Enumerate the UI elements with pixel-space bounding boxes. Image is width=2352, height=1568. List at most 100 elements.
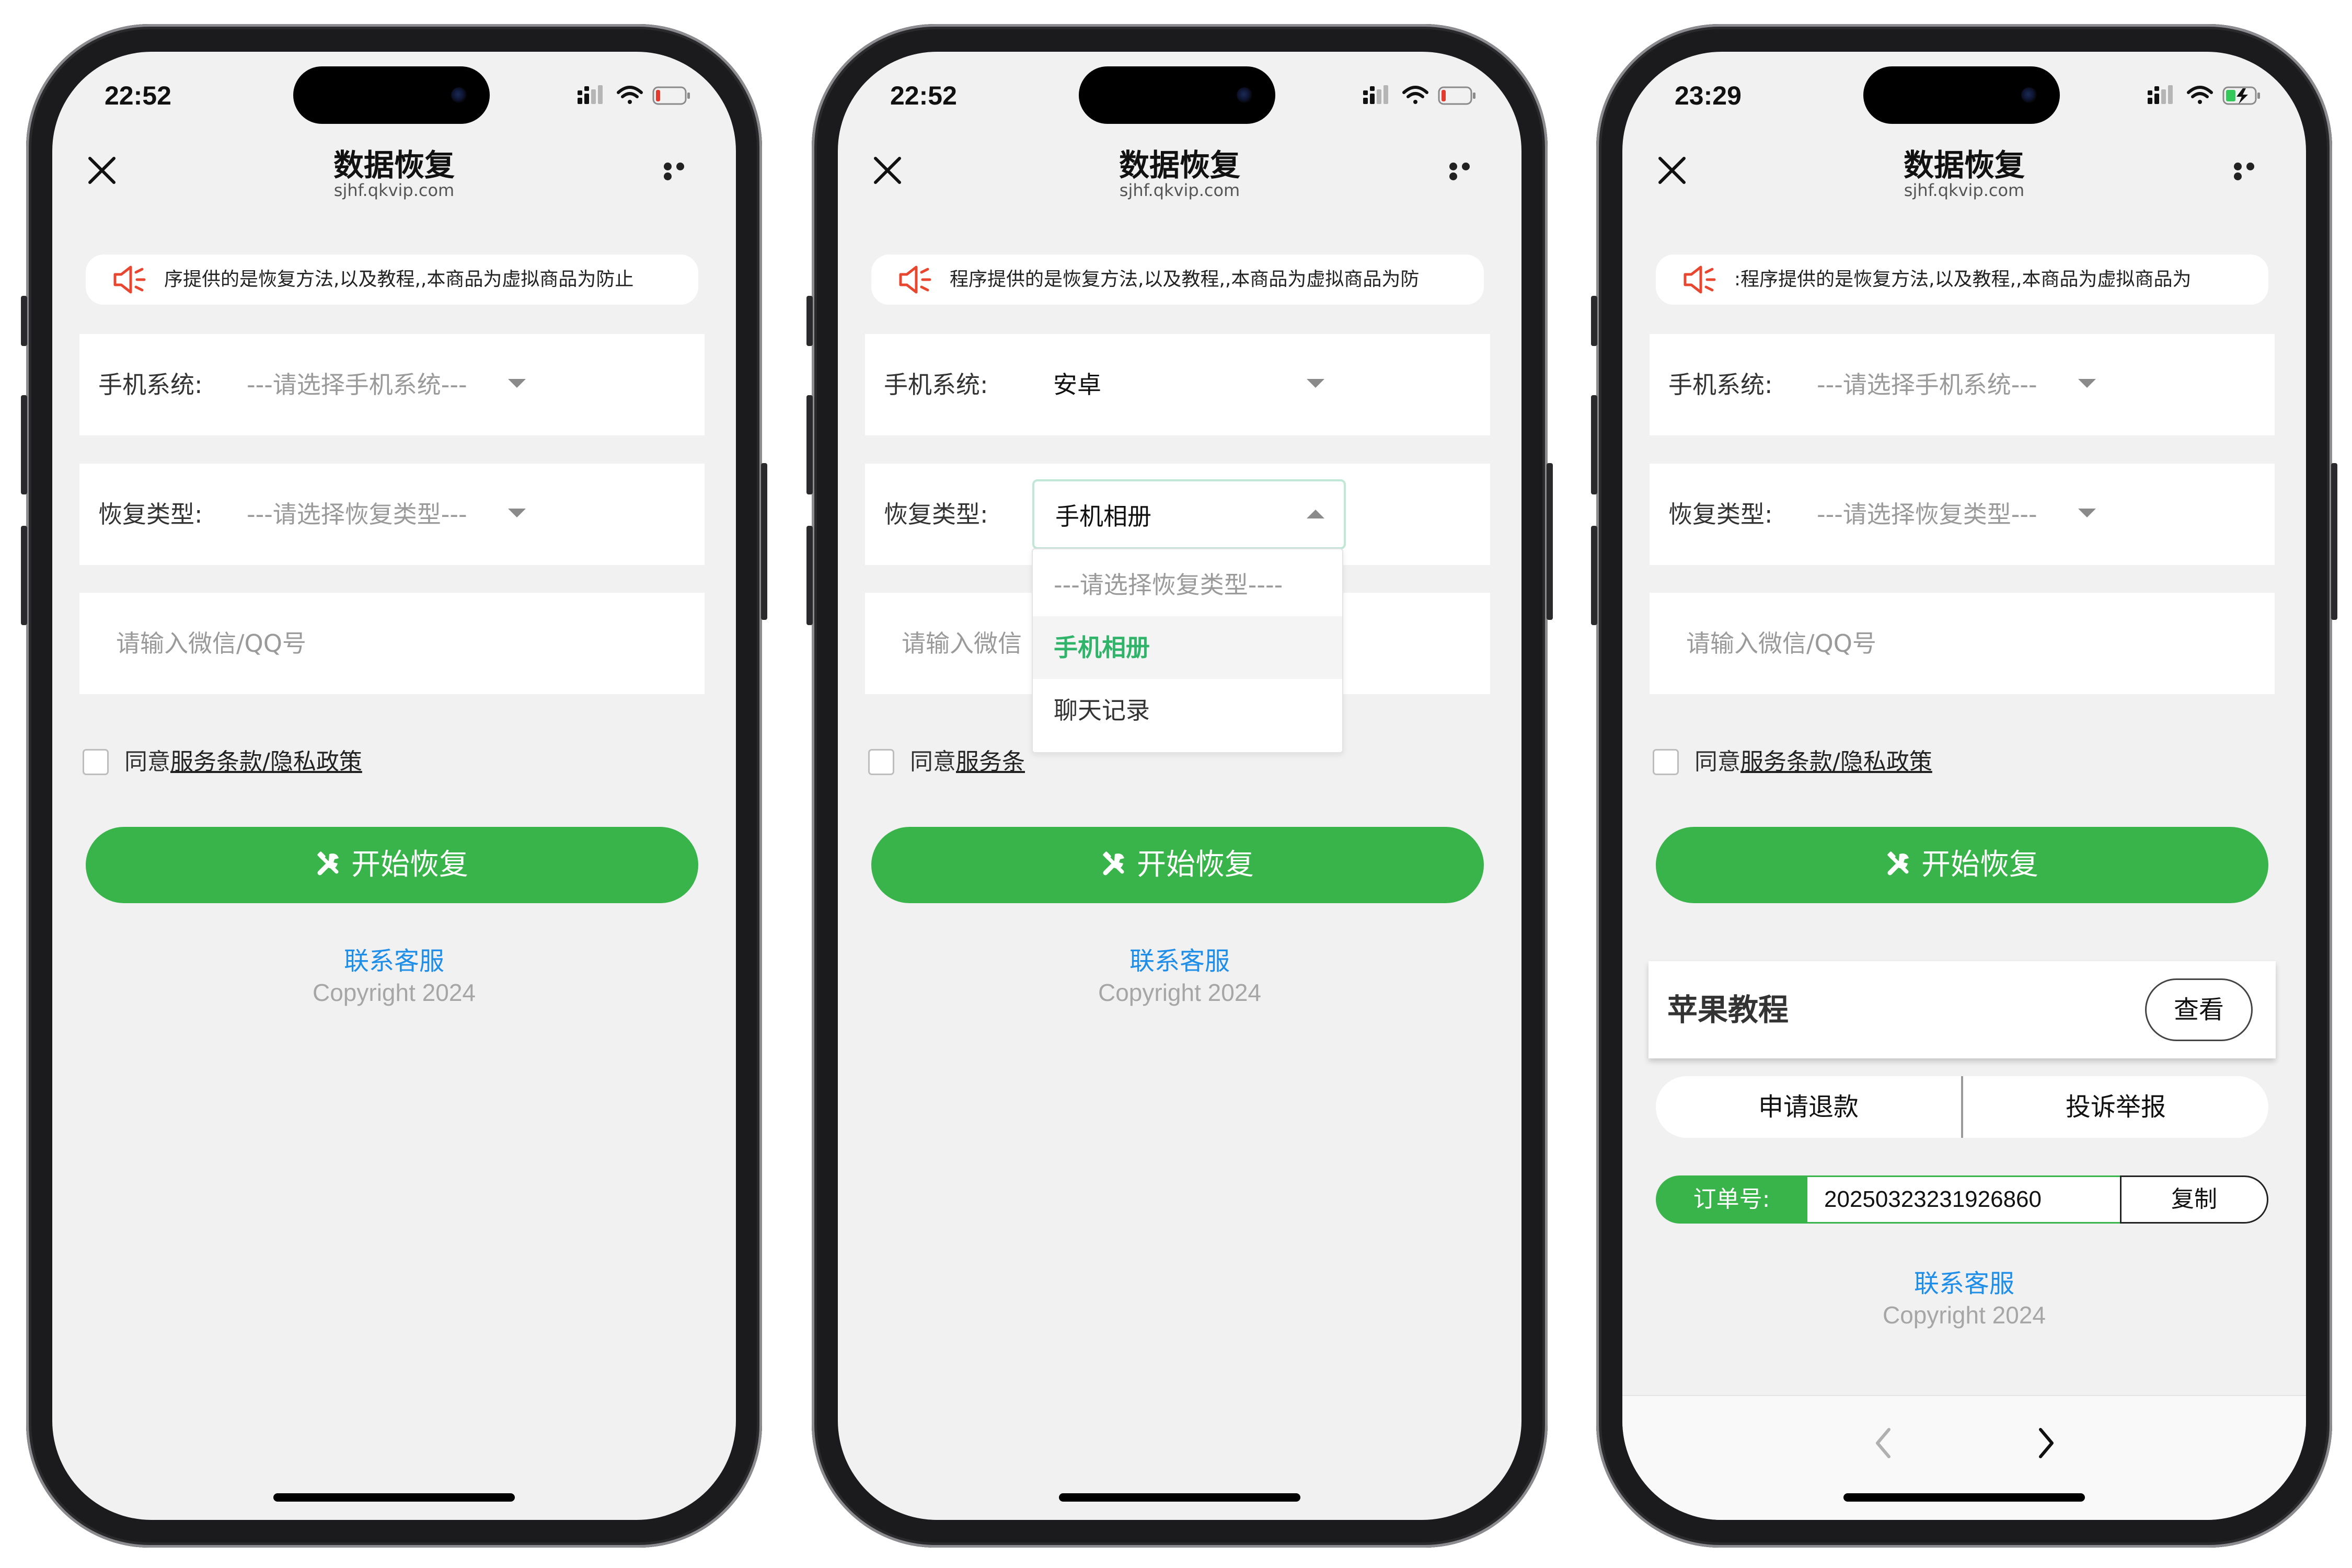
status-icons [1363, 85, 1475, 105]
report-button[interactable]: 投诉举报 [1963, 1076, 2268, 1138]
dropdown-option-placeholder[interactable]: ---请选择恢复类型---- [1033, 554, 1342, 616]
copy-button[interactable]: 复制 [2120, 1175, 2268, 1224]
nav-bar: 数据恢复 sjhf.qkvip.com [52, 130, 736, 209]
chevron-up-icon [1307, 510, 1324, 518]
phone-system-row: 手机系统: ---请选择手机系统--- [79, 334, 705, 435]
notice-bar: 程序提供的是恢复方法,以及教程,,本商品为虚拟商品为防 [871, 255, 1484, 305]
chevron-right-icon[interactable] [2030, 1422, 2061, 1464]
power-button [2331, 463, 2337, 620]
terms-link[interactable]: 服务条款/隐私政策 [170, 748, 362, 775]
front-camera [1237, 87, 1252, 103]
refund-button[interactable]: 申请退款 [1656, 1076, 1961, 1138]
agree-checkbox[interactable] [1653, 749, 1679, 775]
account-input[interactable] [1668, 593, 2254, 694]
nav-bar: 数据恢复 sjhf.qkvip.com [838, 130, 1521, 209]
account-input-row [79, 593, 705, 694]
battery-charging-icon [2222, 86, 2260, 105]
page-title: 数据恢复 [1119, 147, 1240, 183]
volume-down-button [21, 526, 27, 625]
home-indicator [1059, 1493, 1300, 1502]
agree-checkbox[interactable] [868, 749, 894, 775]
agree-text: 同意服务条 [910, 746, 1025, 778]
dropdown-option-chat[interactable]: 聊天记录 [1033, 679, 1342, 742]
recovery-type-label: 恢复类型: [884, 500, 988, 528]
contact-support-link[interactable]: 联系客服 [1622, 1263, 2306, 1299]
volume-up-button [1591, 395, 1597, 494]
recovery-type-select[interactable]: ---请选择恢复类型--- [247, 479, 560, 549]
order-number-label: 订单号: [1656, 1175, 1807, 1224]
more-icon[interactable] [2234, 163, 2270, 180]
phone-system-value: 安卓 [1053, 371, 1101, 399]
terms-link[interactable]: 服务条款/隐私政策 [1740, 748, 1932, 775]
contact-support-link[interactable]: 联系客服 [52, 940, 736, 977]
start-recovery-button[interactable]: 开始恢复 [86, 827, 698, 903]
action-buttons: 申请退款 投诉举报 [1656, 1076, 2268, 1138]
recovery-type-select[interactable]: 手机相册 [1032, 479, 1346, 549]
page-title: 数据恢复 [333, 147, 455, 183]
more-icon[interactable] [1449, 163, 1486, 180]
front-camera [2021, 87, 2037, 103]
cellular-signal-icon [1363, 85, 1388, 104]
order-number-bar: 订单号: 20250323231926860 复制 [1656, 1175, 2268, 1224]
phone-system-select[interactable]: ---请选择手机系统--- [247, 350, 560, 420]
agree-prefix: 同意 [1694, 748, 1740, 775]
screen: 23:29 数据恢复 sjhf.qkvip.com:程序提供的是恢复方法,以及… [1622, 52, 2306, 1520]
phone-system-select[interactable]: 安卓 [1032, 350, 1346, 420]
phone-frame-1: 22:52 数据恢复 sjhf.qkvip.com 序提供的是恢复方法,以及教程… [21, 24, 767, 1548]
dynamic-island [293, 66, 490, 124]
recovery-type-label: 恢复类型: [1668, 500, 1773, 528]
chevron-down-icon [1307, 379, 1324, 388]
recovery-type-label: 恢复类型: [98, 500, 203, 528]
tools-icon [1887, 851, 1909, 875]
order-number-value: 20250323231926860 [1807, 1175, 2121, 1224]
dynamic-island [1079, 66, 1275, 124]
phone-system-label: 手机系统: [1668, 371, 1773, 399]
recovery-type-value: ---请选择恢复类型--- [1817, 500, 2037, 528]
phone-system-select[interactable]: ---请选择手机系统--- [1817, 350, 2130, 420]
start-recovery-label: 开始恢复 [1137, 848, 1254, 882]
phone-system-value: ---请选择手机系统--- [1817, 371, 2037, 399]
page-title: 数据恢复 [1903, 147, 2025, 183]
nav-bar: 数据恢复 sjhf.qkvip.com [1622, 130, 2306, 209]
notice-bar: :程序提供的是恢复方法,以及教程,,本商品为虚拟商品为 [1656, 255, 2268, 305]
terms-link[interactable]: 服务条 [956, 748, 1025, 775]
agree-checkbox[interactable] [83, 749, 109, 775]
notice-text: :程序提供的是恢复方法,以及教程,,本商品为虚拟商品为 [1734, 269, 2192, 290]
screen: 22:52 数据恢复 sjhf.qkvip.com [52, 52, 736, 1520]
start-recovery-label: 开始恢复 [351, 848, 468, 882]
agree-prefix: 同意 [124, 748, 170, 775]
speaker-icon [1684, 266, 1716, 294]
recovery-type-row: 恢复类型: ---请选择恢复类型--- [1650, 464, 2275, 565]
recovery-type-select[interactable]: ---请选择恢复类型--- [1817, 479, 2130, 549]
start-recovery-label: 开始恢复 [1921, 848, 2038, 882]
more-icon[interactable] [664, 163, 700, 180]
notice-text: 程序提供的是恢复方法,以及教程,,本商品为虚拟商品为防 [950, 269, 1420, 290]
page-domain: sjhf.qkvip.com [1904, 180, 2025, 200]
recovery-type-dropdown: ---请选择恢复类型---- 手机相册 聊天记录 [1032, 548, 1343, 753]
chevron-left-icon[interactable] [1868, 1422, 1899, 1464]
agree-text: 同意服务条款/隐私政策 [124, 746, 362, 778]
phone-system-row: 手机系统: ---请选择手机系统--- [1650, 334, 2275, 435]
dynamic-island [1863, 66, 2060, 124]
start-recovery-button[interactable]: 开始恢复 [871, 827, 1484, 903]
chevron-down-icon [508, 509, 526, 517]
recovery-type-value: 手机相册 [1055, 502, 1151, 531]
dropdown-option-album[interactable]: 手机相册 [1033, 616, 1342, 679]
home-indicator [1843, 1493, 2085, 1502]
cellular-signal-icon [578, 85, 603, 104]
chevron-down-icon [2078, 509, 2096, 517]
contact-support-link[interactable]: 联系客服 [838, 940, 1521, 977]
chevron-down-icon [2078, 379, 2096, 388]
agree-text: 同意服务条款/隐私政策 [1694, 746, 1932, 778]
speaker-icon [899, 266, 931, 294]
phone-frame-2: 22:52 数据恢复 sjhf.qkvip.com 程序提供的是恢复方法,以及教… [806, 24, 1553, 1548]
battery-icon [652, 86, 690, 105]
copyright: Copyright 2024 [1883, 1301, 2046, 1329]
account-input[interactable] [98, 593, 684, 694]
view-tutorial-button[interactable]: 查看 [2145, 978, 2253, 1041]
notice-bar: 序提供的是恢复方法,以及教程,,本商品为虚拟商品为防止 [86, 255, 698, 305]
power-button [761, 463, 767, 620]
start-recovery-button[interactable]: 开始恢复 [1656, 827, 2268, 903]
tutorial-title: 苹果教程 [1667, 992, 1789, 1028]
screen: 22:52 数据恢复 sjhf.qkvip.com [838, 52, 1521, 1520]
